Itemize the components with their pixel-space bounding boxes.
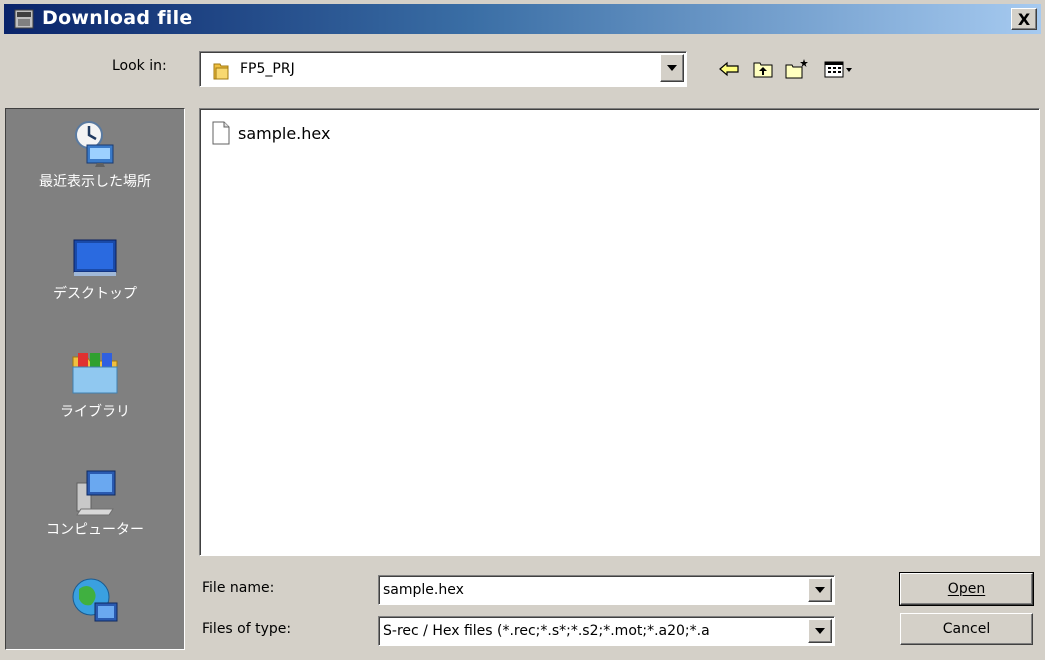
file-icon [212, 121, 230, 145]
cancel-button-label: Cancel [942, 621, 991, 637]
up-folder-icon [753, 62, 773, 78]
places-bar: 最近表示した場所 デスクトップ ライブラリ コンピューター [5, 108, 185, 650]
new-folder-icon [785, 59, 808, 79]
dialog-app-icon [14, 9, 34, 29]
recent-places-icon [75, 121, 114, 167]
new-folder-button[interactable] [784, 56, 810, 82]
file-name-input[interactable]: sample.hex [378, 575, 835, 605]
look-in-label: Look in: [112, 58, 167, 74]
file-type-dropdown-button[interactable] [808, 619, 832, 643]
network-icon [72, 578, 118, 622]
look-in-dropdown[interactable]: FP5_PRJ [199, 51, 687, 87]
place-computer-label: コンピューター [46, 522, 144, 538]
file-list[interactable]: sample.hex [199, 108, 1040, 556]
back-button[interactable] [716, 56, 742, 82]
view-menu-icon [824, 61, 852, 78]
chevron-down-icon [815, 587, 825, 593]
place-computer[interactable]: コンピューター [6, 465, 184, 539]
view-menu-button[interactable] [822, 56, 856, 82]
place-desktop[interactable]: デスクトップ [6, 237, 184, 303]
file-type-value: S-rec / Hex files (*.rec;*.s*;*.s2;*.mot… [383, 623, 710, 639]
list-item[interactable]: sample.hex [212, 121, 330, 145]
window-title: Download file [42, 7, 193, 29]
file-name-text: sample.hex [238, 123, 331, 143]
place-libraries-label: ライブラリ [60, 404, 130, 420]
file-name-value: sample.hex [383, 582, 464, 598]
chevron-down-icon [667, 65, 677, 71]
file-type-label: Files of type: [202, 621, 292, 637]
file-type-select[interactable]: S-rec / Hex files (*.rec;*.s*;*.s2;*.mot… [378, 616, 835, 646]
download-file-dialog: Download file X Look in: FP5_PRJ 最近表示した場… [0, 0, 1045, 660]
title-bar[interactable]: Download file X [4, 4, 1041, 34]
file-name-dropdown-button[interactable] [808, 578, 832, 602]
computer-icon [76, 470, 116, 516]
place-recent-label: 最近表示した場所 [39, 174, 151, 190]
desktop-icon [73, 239, 117, 276]
close-icon: X [1017, 9, 1031, 29]
up-one-level-button[interactable] [750, 56, 776, 82]
libraries-icon [72, 353, 118, 394]
look-in-value: FP5_PRJ [240, 61, 295, 77]
place-desktop-label: デスクトップ [53, 286, 137, 302]
file-name-label: File name: [202, 580, 275, 596]
close-button[interactable]: X [1011, 8, 1037, 30]
look-in-dropdown-button[interactable] [660, 54, 684, 82]
open-button[interactable]: Open [899, 572, 1034, 606]
open-button-label: Open [947, 581, 986, 597]
back-arrow-icon [719, 61, 739, 77]
chevron-down-icon [815, 628, 825, 634]
place-libraries[interactable]: ライブラリ [6, 347, 184, 421]
place-recent[interactable]: 最近表示した場所 [6, 117, 184, 191]
folder-icon [213, 63, 229, 80]
place-network[interactable] [6, 575, 184, 639]
cancel-button[interactable]: Cancel [900, 613, 1033, 645]
